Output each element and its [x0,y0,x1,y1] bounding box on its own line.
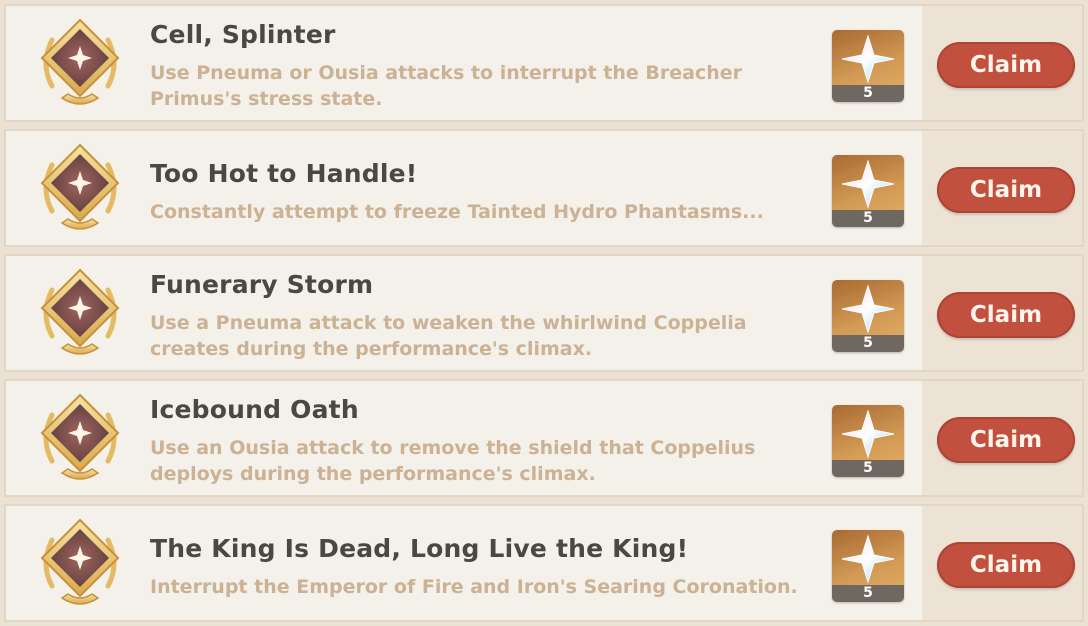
achievement-title: Icebound Oath [150,395,359,424]
primogem-icon [841,284,895,334]
reward-count: 5 [832,585,904,602]
achievement-description: Constantly attempt to freeze Tainted Hyd… [150,201,764,223]
primogem-icon [841,159,895,209]
achievement-row: Funerary Storm Use a Pneuma attack to we… [4,254,1084,372]
achievement-row: Icebound Oath Use an Ousia attack to rem… [4,379,1084,497]
reward-item: 5 [832,30,904,102]
achievement-medal-icon [32,141,128,237]
claim-button[interactable]: Claim [937,42,1075,88]
claim-button[interactable]: Claim [937,542,1075,588]
achievement-title: Funerary Storm [150,270,374,299]
reward-count: 5 [832,460,904,477]
reward-count: 5 [832,85,904,102]
achievement-title: Too Hot to Handle! [150,159,418,188]
reward-item: 5 [832,280,904,352]
reward-item: 5 [832,155,904,227]
achievement-description: Use Pneuma or Ousia attacks to interrupt… [150,62,742,110]
primogem-icon [841,34,895,84]
achievement-title: Cell, Splinter [150,20,336,49]
reward-item: 5 [832,405,904,477]
claim-button[interactable]: Claim [937,417,1075,463]
achievement-description: Use an Ousia attack to remove the shield… [150,437,756,485]
reward-count: 5 [832,210,904,227]
achievement-row: The King Is Dead, Long Live the King! In… [4,504,1084,622]
achievement-row: Cell, Splinter Use Pneuma or Ousia attac… [4,4,1084,122]
achievement-row: Too Hot to Handle! Constantly attempt to… [4,129,1084,247]
reward-count: 5 [832,335,904,352]
achievement-medal-icon [32,516,128,612]
reward-item: 5 [832,530,904,602]
achievement-title: The King Is Dead, Long Live the King! [150,534,689,563]
achievement-description: Interrupt the Emperor of Fire and Iron's… [150,576,798,598]
primogem-icon [841,409,895,459]
achievement-description: Use a Pneuma attack to weaken the whirlw… [150,312,747,360]
achievement-list: Cell, Splinter Use Pneuma or Ousia attac… [0,0,1088,626]
achievement-medal-icon [32,391,128,487]
primogem-icon [841,534,895,584]
claim-button[interactable]: Claim [937,292,1075,338]
achievement-medal-icon [32,16,128,112]
claim-button[interactable]: Claim [937,167,1075,213]
achievement-medal-icon [32,266,128,362]
